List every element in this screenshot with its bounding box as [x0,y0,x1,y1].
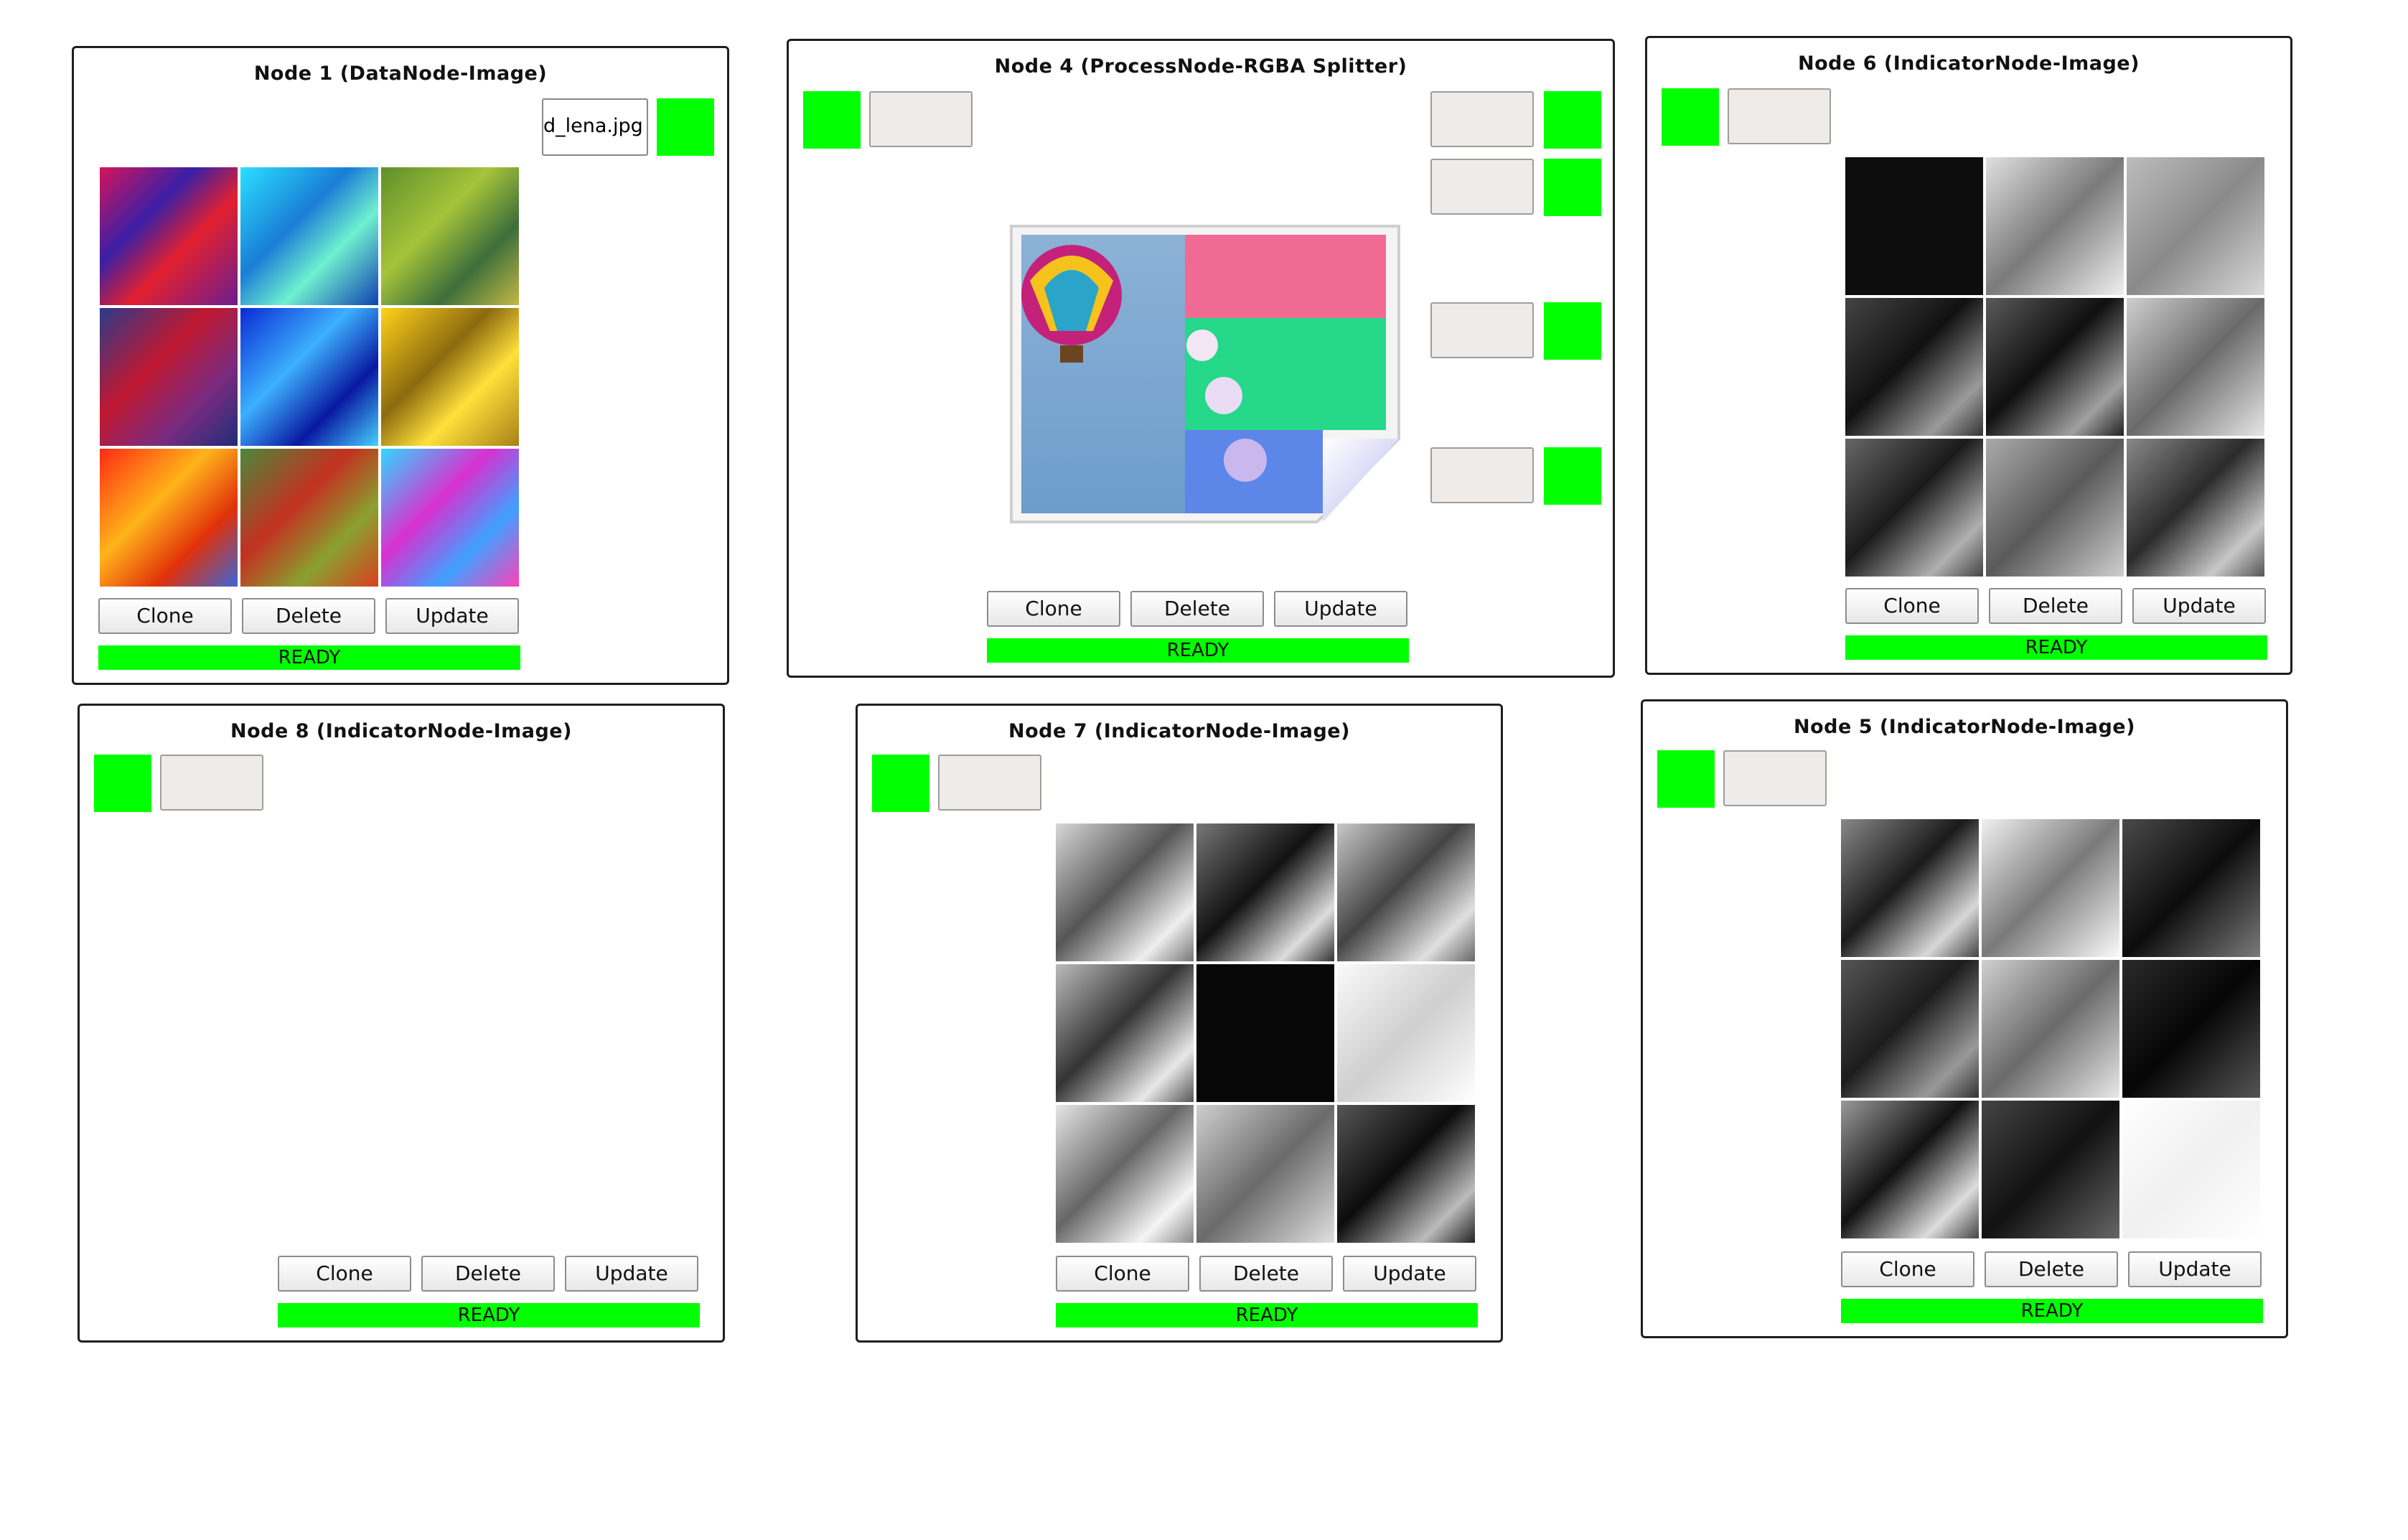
preview-cell [381,449,519,587]
output-port[interactable] [657,98,714,156]
update-button[interactable]: Update [385,598,519,634]
input-slot[interactable] [869,91,973,147]
output-port-b[interactable] [1544,302,1601,360]
clone-button[interactable]: Clone [98,598,232,634]
input-slot[interactable] [160,755,263,811]
status-bar: READY [1841,1299,2263,1323]
clone-button[interactable]: Clone [1841,1251,1974,1287]
preview-cell [2127,439,2264,577]
image-preview-grid [100,167,519,587]
preview-cell [1841,819,1979,957]
update-button[interactable]: Update [1343,1256,1476,1292]
status-bar: READY [1056,1303,1478,1327]
preview-cell [2127,298,2264,436]
preview-cell [1982,960,2119,1098]
preview-cell [1986,439,2124,577]
preview-cell [1845,439,1983,577]
update-button[interactable]: Update [565,1256,698,1292]
delete-button[interactable]: Delete [1130,591,1264,627]
preview-cell [2122,1101,2260,1238]
delete-button[interactable]: Delete [1199,1256,1333,1292]
input-slot[interactable] [1728,88,1831,144]
input-port[interactable] [1657,750,1715,808]
node-7-panel: Node 7 (IndicatorNode-Image) Clone Delet… [856,704,1503,1343]
clone-button[interactable]: Clone [1056,1256,1189,1292]
preview-cell [240,308,378,446]
node-title: Node 7 (IndicatorNode-Image) [1008,720,1350,742]
status-bar: READY [278,1303,700,1327]
delete-button[interactable]: Delete [242,598,375,634]
preview-cell [100,449,238,587]
output-port-r[interactable] [1544,91,1601,149]
preview-cell [1845,298,1983,436]
clone-button[interactable]: Clone [1845,588,1979,624]
preview-cell [1056,964,1194,1102]
node-title: Node 5 (IndicatorNode-Image) [1794,716,2135,738]
clone-button[interactable]: Clone [987,591,1120,627]
delete-button[interactable]: Delete [421,1256,555,1292]
node-5-panel: Node 5 (IndicatorNode-Image) Clone Delet… [1641,699,2288,1338]
input-slot[interactable] [1723,750,1827,806]
input-slot[interactable] [938,755,1041,811]
input-port[interactable] [1662,88,1719,146]
preview-cell [100,167,238,305]
output-slot-r[interactable] [1430,91,1534,147]
preview-cell [1196,1105,1334,1243]
status-bar: READY [1845,635,2267,660]
image-file-icon [1008,223,1402,525]
preview-cell [2122,819,2260,957]
delete-button[interactable]: Delete [1989,588,2122,624]
node-title: Node 8 (IndicatorNode-Image) [230,720,572,742]
preview-cell [240,449,378,587]
update-button[interactable]: Update [2132,588,2266,624]
node-1-panel: Node 1 (DataNode-Image) d_lena.jpg Clone… [72,46,729,685]
preview-cell [1986,157,2124,295]
update-button[interactable]: Update [1274,591,1407,627]
preview-cell [1196,823,1334,961]
image-preview-grid [1841,819,2260,1238]
preview-cell [240,167,378,305]
preview-cell [381,308,519,446]
preview-cell [1982,819,2119,957]
output-port-g[interactable] [1544,159,1601,216]
preview-cell [1845,157,1983,295]
image-preview-grid [1845,157,2264,577]
input-port[interactable] [94,755,151,812]
status-bar: READY [987,638,1409,663]
output-slot-g[interactable] [1430,159,1534,215]
node-title: Node 1 (DataNode-Image) [253,62,548,85]
preview-cell [1337,1105,1475,1243]
preview-cell [1841,1101,1979,1238]
output-slot-b[interactable] [1430,302,1534,358]
node-6-panel: Node 6 (IndicatorNode-Image) Clone Delet… [1645,36,2292,675]
preview-cell [2127,157,2264,295]
status-bar: READY [98,645,520,670]
node-title: Node 4 (ProcessNode-RGBA Splitter) [994,55,1407,78]
preview-cell [1056,1105,1194,1243]
input-port[interactable] [803,91,861,149]
input-port[interactable] [872,755,929,812]
preview-cell [381,167,519,305]
preview-cell [2122,960,2260,1098]
preview-cell [1982,1101,2119,1238]
node-4-panel: Node 4 (ProcessNode-RGBA Splitter) Clone… [787,39,1615,678]
node-title: Node 6 (IndicatorNode-Image) [1798,52,2140,75]
node-8-panel: Node 8 (IndicatorNode-Image) Clone Delet… [78,704,725,1343]
output-port-a[interactable] [1544,447,1601,505]
clone-button[interactable]: Clone [278,1256,411,1292]
output-slot-a[interactable] [1430,447,1534,503]
preview-cell [1337,964,1475,1102]
preview-cell [1337,823,1475,961]
preview-cell [1056,823,1194,961]
preview-cell [1841,960,1979,1098]
preview-cell [1986,298,2124,436]
delete-button[interactable]: Delete [1985,1251,2118,1287]
preview-cell [1196,964,1334,1102]
preview-cell [100,308,238,446]
filename-field[interactable]: d_lena.jpg [542,98,648,156]
image-preview-grid [1056,823,1475,1243]
update-button[interactable]: Update [2128,1251,2262,1287]
